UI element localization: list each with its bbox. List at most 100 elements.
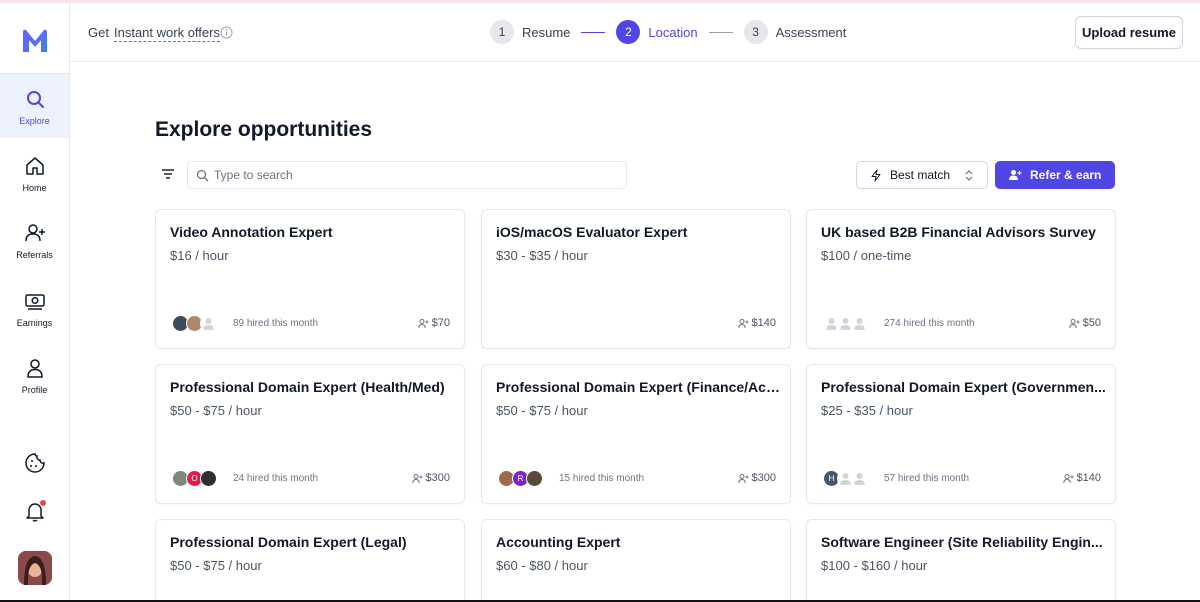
avatar-placeholder — [851, 470, 868, 487]
job-rate: $60 - $80 / hour — [496, 558, 588, 573]
avatar[interactable] — [18, 551, 52, 585]
step-connector — [581, 31, 606, 33]
sidebar-item-label: Earnings — [16, 318, 53, 328]
hired-count: 89 hired this month — [233, 318, 319, 329]
refer-earn-button[interactable]: Refer & earn — [995, 161, 1115, 189]
job-title: iOS/macOS Evaluator Expert — [496, 224, 688, 240]
step-label: Location — [648, 24, 698, 40]
job-card[interactable]: Video Annotation Expert $16 / hour 89 hi… — [155, 209, 465, 349]
person-plus-icon — [411, 473, 423, 483]
referral-amount: $300 — [425, 472, 450, 484]
job-rate: $16 / hour — [170, 248, 229, 263]
sidebar-item-profile[interactable]: Profile — [0, 343, 69, 407]
chevron-up-down-icon — [965, 170, 973, 181]
step-location[interactable]: 2 Location — [616, 20, 698, 44]
sidebar-item-home[interactable]: Home — [0, 141, 69, 205]
search-input[interactable] — [214, 165, 614, 185]
sidebar-item-label: Referrals — [16, 250, 53, 260]
referral-bonus: $50 — [1068, 317, 1101, 329]
hired-count: 57 hired this month — [884, 473, 970, 484]
sort-dropdown[interactable]: Best match — [856, 161, 988, 189]
cash-icon — [24, 294, 45, 310]
hired-count: 274 hired this month — [884, 318, 975, 329]
job-card[interactable]: Professional Domain Expert (Governmen...… — [806, 364, 1116, 504]
top-header: Get Instant work offers 1 Resume 2 Locat… — [70, 3, 1200, 62]
job-title: Professional Domain Expert (Legal) — [170, 534, 407, 550]
sidebar-item-label: Profile — [21, 385, 48, 395]
job-card[interactable]: Professional Domain Expert (Health/Med) … — [155, 364, 465, 504]
bell-icon[interactable] — [23, 499, 47, 523]
hired-avatars: H — [823, 470, 868, 487]
hired-avatars: R — [498, 470, 543, 487]
job-rate: $50 - $75 / hour — [496, 403, 588, 418]
step-label: Assessment — [775, 24, 847, 40]
sidebar-item-label: Explore — [19, 116, 50, 126]
job-rate: $100 - $160 / hour — [821, 558, 928, 573]
logo-icon[interactable] — [20, 27, 50, 55]
job-card[interactable]: Accounting Expert $60 - $80 / hour — [481, 519, 791, 602]
step-number: 2 — [616, 20, 641, 44]
get-text: Get — [88, 25, 109, 40]
person-plus-icon — [737, 473, 749, 483]
search-icon — [26, 91, 44, 108]
step-connector — [708, 31, 733, 33]
referral-amount: $50 — [1082, 317, 1101, 329]
hired-avatars: O — [172, 470, 217, 487]
home-icon — [25, 157, 44, 175]
hired-avatars — [823, 315, 868, 332]
job-rate: $30 - $35 / hour — [496, 248, 588, 263]
search-box — [187, 161, 627, 189]
job-title: Software Engineer (Site Reliability Engi… — [821, 534, 1103, 550]
referral-amount: $140 — [751, 317, 776, 329]
referral-amount: $140 — [1076, 472, 1101, 484]
avatar-placeholder — [200, 315, 217, 332]
step-resume[interactable]: 1 Resume — [490, 20, 570, 44]
hired-avatars — [172, 315, 217, 332]
job-rate: $25 - $35 / hour — [821, 403, 913, 418]
avatar — [526, 470, 543, 487]
sidebar-item-earnings[interactable]: Earnings — [0, 276, 69, 340]
job-card[interactable]: Professional Domain Expert (Legal) $50 -… — [155, 519, 465, 602]
job-title: UK based B2B Financial Advisors Survey — [821, 224, 1096, 240]
sort-label: Best match — [890, 168, 951, 182]
job-title: Accounting Expert — [496, 534, 621, 550]
hired-count: 15 hired this month — [559, 473, 645, 484]
job-title: Video Annotation Expert — [170, 224, 333, 240]
referral-amount: $70 — [431, 317, 450, 329]
referral-bonus: $300 — [737, 472, 776, 484]
upload-resume-button[interactable]: Upload resume — [1075, 16, 1183, 49]
referral-bonus: $140 — [737, 317, 776, 329]
page-title: Explore opportunities — [155, 118, 373, 141]
job-title: Professional Domain Expert (Health/Med) — [170, 379, 445, 395]
avatar — [200, 470, 217, 487]
sidebar: Explore Home Referrals Earnings Profile — [0, 3, 70, 602]
cookie-icon[interactable] — [23, 451, 47, 475]
job-card[interactable]: Software Engineer (Site Reliability Engi… — [806, 519, 1116, 602]
referral-bonus: $70 — [417, 317, 450, 329]
sidebar-item-label: Home — [22, 183, 47, 193]
sidebar-item-explore[interactable]: Explore — [0, 74, 69, 138]
filter-icon[interactable] — [160, 166, 176, 182]
person-plus-icon — [417, 318, 429, 328]
referral-bonus: $140 — [1062, 472, 1101, 484]
referral-bonus: $300 — [411, 472, 450, 484]
step-number: 1 — [490, 20, 514, 44]
info-icon[interactable] — [220, 26, 233, 39]
job-card[interactable]: UK based B2B Financial Advisors Survey $… — [806, 209, 1116, 349]
job-card[interactable]: iOS/macOS Evaluator Expert $30 - $35 / h… — [481, 209, 791, 349]
instant-work-offers-link[interactable]: Instant work offers — [114, 25, 220, 42]
job-title: Professional Domain Expert (Finance/Acc.… — [496, 379, 781, 395]
step-assessment[interactable]: 3 Assessment — [743, 20, 847, 44]
job-rate: $50 - $75 / hour — [170, 558, 262, 573]
person-plus-icon — [1062, 473, 1074, 483]
job-title: Professional Domain Expert (Governmen... — [821, 379, 1106, 395]
progress-stepper: 1 Resume 2 Location 3 Assessment — [490, 19, 846, 45]
person-plus-icon — [24, 224, 45, 242]
job-rate: $50 - $75 / hour — [170, 403, 262, 418]
hired-count: 24 hired this month — [233, 473, 319, 484]
refer-earn-label: Refer & earn — [1030, 168, 1102, 182]
job-card[interactable]: Professional Domain Expert (Finance/Acc.… — [481, 364, 791, 504]
sidebar-item-referrals[interactable]: Referrals — [0, 208, 69, 272]
job-rate: $100 / one-time — [821, 248, 912, 263]
bolt-icon — [871, 169, 881, 182]
